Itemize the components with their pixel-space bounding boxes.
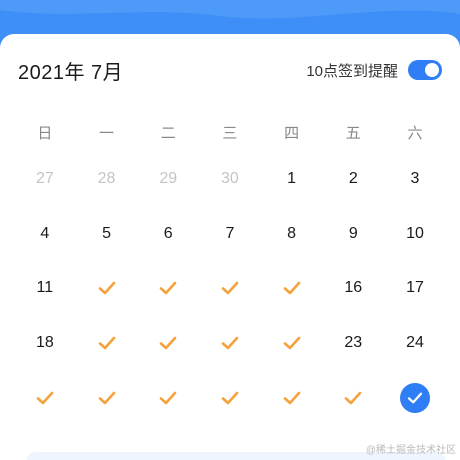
- day-number: 3: [410, 170, 420, 188]
- day-number: 30: [221, 170, 239, 188]
- check-icon: [221, 281, 239, 295]
- calendar-card: 2021年 7月 10点签到提醒 日一二三四五六 27 28 29 30 1 2 3 4 5 6 7…: [0, 34, 460, 460]
- week-row: 18 23 24: [14, 316, 446, 371]
- weekday-label: 日: [37, 124, 53, 142]
- day-cell-other-month[interactable]: 27: [14, 159, 76, 199]
- day-cell[interactable]: 2: [322, 159, 384, 199]
- day-cell-checked[interactable]: [137, 378, 199, 418]
- day-cell[interactable]: 23: [322, 323, 384, 363]
- day-cell[interactable]: 24: [384, 323, 446, 363]
- day-cell-checked[interactable]: [76, 268, 138, 308]
- day-cell-checked[interactable]: [199, 323, 261, 363]
- day-cell-checked[interactable]: [199, 378, 261, 418]
- day-cell-checked[interactable]: [76, 378, 138, 418]
- week-row: 11 16 17: [14, 261, 446, 316]
- week-row: 27 28 29 30 1 2 3: [14, 152, 446, 207]
- day-cell[interactable]: 16: [322, 268, 384, 308]
- day-cell-checked[interactable]: [76, 323, 138, 363]
- day-number: 17: [406, 279, 424, 297]
- check-icon: [221, 391, 239, 405]
- check-icon: [159, 336, 177, 350]
- day-cell[interactable]: 9: [322, 214, 384, 254]
- check-icon: [344, 391, 362, 405]
- check-icon: [159, 281, 177, 295]
- day-cell[interactable]: 3: [384, 159, 446, 199]
- weekday-label: 六: [407, 124, 423, 142]
- weekday-label: 四: [284, 124, 300, 142]
- check-icon: [98, 281, 116, 295]
- day-cell[interactable]: 6: [137, 214, 199, 254]
- day-cell[interactable]: 8: [261, 214, 323, 254]
- day-cell-checked[interactable]: [261, 268, 323, 308]
- day-number: 23: [344, 334, 363, 352]
- check-icon: [221, 336, 239, 350]
- day-number: 10: [406, 224, 424, 242]
- weekday-label: 二: [160, 124, 176, 142]
- day-number: 18: [35, 334, 54, 352]
- day-cell[interactable]: 18: [14, 323, 76, 363]
- day-number: 4: [40, 224, 50, 242]
- check-icon: [283, 281, 301, 295]
- check-icon: [283, 391, 301, 405]
- day-cell[interactable]: 1: [261, 159, 323, 199]
- calendar-header: 2021年 7月 10点签到提醒: [18, 54, 442, 86]
- day-number: 5: [102, 224, 111, 242]
- day-cell-today[interactable]: [384, 378, 446, 418]
- day-cell-other-month[interactable]: 29: [137, 159, 199, 199]
- day-cell-checked[interactable]: [137, 268, 199, 308]
- day-cell-other-month[interactable]: 28: [76, 159, 138, 199]
- week-row: [14, 370, 446, 425]
- day-number: 2: [348, 170, 358, 188]
- day-cell[interactable]: 5: [76, 214, 138, 254]
- check-icon: [98, 336, 116, 350]
- check-icon: [98, 391, 116, 405]
- day-cell-checked[interactable]: [137, 323, 199, 363]
- day-cell-checked[interactable]: [199, 268, 261, 308]
- calendar-grid: 日一二三四五六 27 28 29 30 1 2 3 4 5 6 7 8 9 10 11 16 17 18 23 24: [14, 112, 446, 425]
- day-cell[interactable]: 10: [384, 214, 446, 254]
- check-icon: [283, 336, 301, 350]
- day-cell[interactable]: 17: [384, 268, 446, 308]
- check-icon: [36, 391, 54, 405]
- day-cell-checked[interactable]: [261, 378, 323, 418]
- toggle-knob: [425, 63, 439, 77]
- day-number: 27: [35, 170, 54, 188]
- day-cell-other-month[interactable]: 30: [199, 159, 261, 199]
- weekday-header-row: 日一二三四五六: [14, 112, 446, 152]
- day-cell[interactable]: 11: [14, 268, 76, 308]
- today-check-icon: [399, 382, 430, 413]
- day-number: 29: [159, 170, 178, 188]
- day-cell[interactable]: 4: [14, 214, 76, 254]
- day-number: 16: [344, 279, 363, 297]
- day-number: 7: [225, 224, 235, 242]
- check-icon: [159, 391, 177, 405]
- reminder-label: 10点签到提醒: [306, 62, 398, 80]
- weekday-label: 一: [99, 124, 115, 142]
- day-number: 28: [97, 170, 116, 188]
- weekday-label: 五: [345, 124, 361, 142]
- day-number: 6: [163, 224, 173, 242]
- reminder-setting: 10点签到提醒: [306, 60, 442, 81]
- day-number: 24: [406, 334, 424, 352]
- week-row: 4 5 6 7 8 9 10: [14, 207, 446, 262]
- day-cell[interactable]: 7: [199, 214, 261, 254]
- day-number: 1: [287, 170, 297, 188]
- calendar-days: 27 28 29 30 1 2 3 4 5 6 7 8 9 10 11 16 17 18 23 24: [14, 152, 446, 425]
- day-number: 11: [36, 279, 54, 297]
- day-cell-checked[interactable]: [261, 323, 323, 363]
- day-number: 9: [348, 224, 358, 242]
- day-cell-checked[interactable]: [14, 378, 76, 418]
- month-title: 2021年 7月: [18, 61, 124, 84]
- day-cell-checked[interactable]: [322, 378, 384, 418]
- day-number: 8: [287, 224, 297, 242]
- watermark: @稀土掘金技术社区: [365, 445, 456, 456]
- weekday-label: 三: [222, 124, 238, 142]
- reminder-toggle[interactable]: [408, 60, 442, 80]
